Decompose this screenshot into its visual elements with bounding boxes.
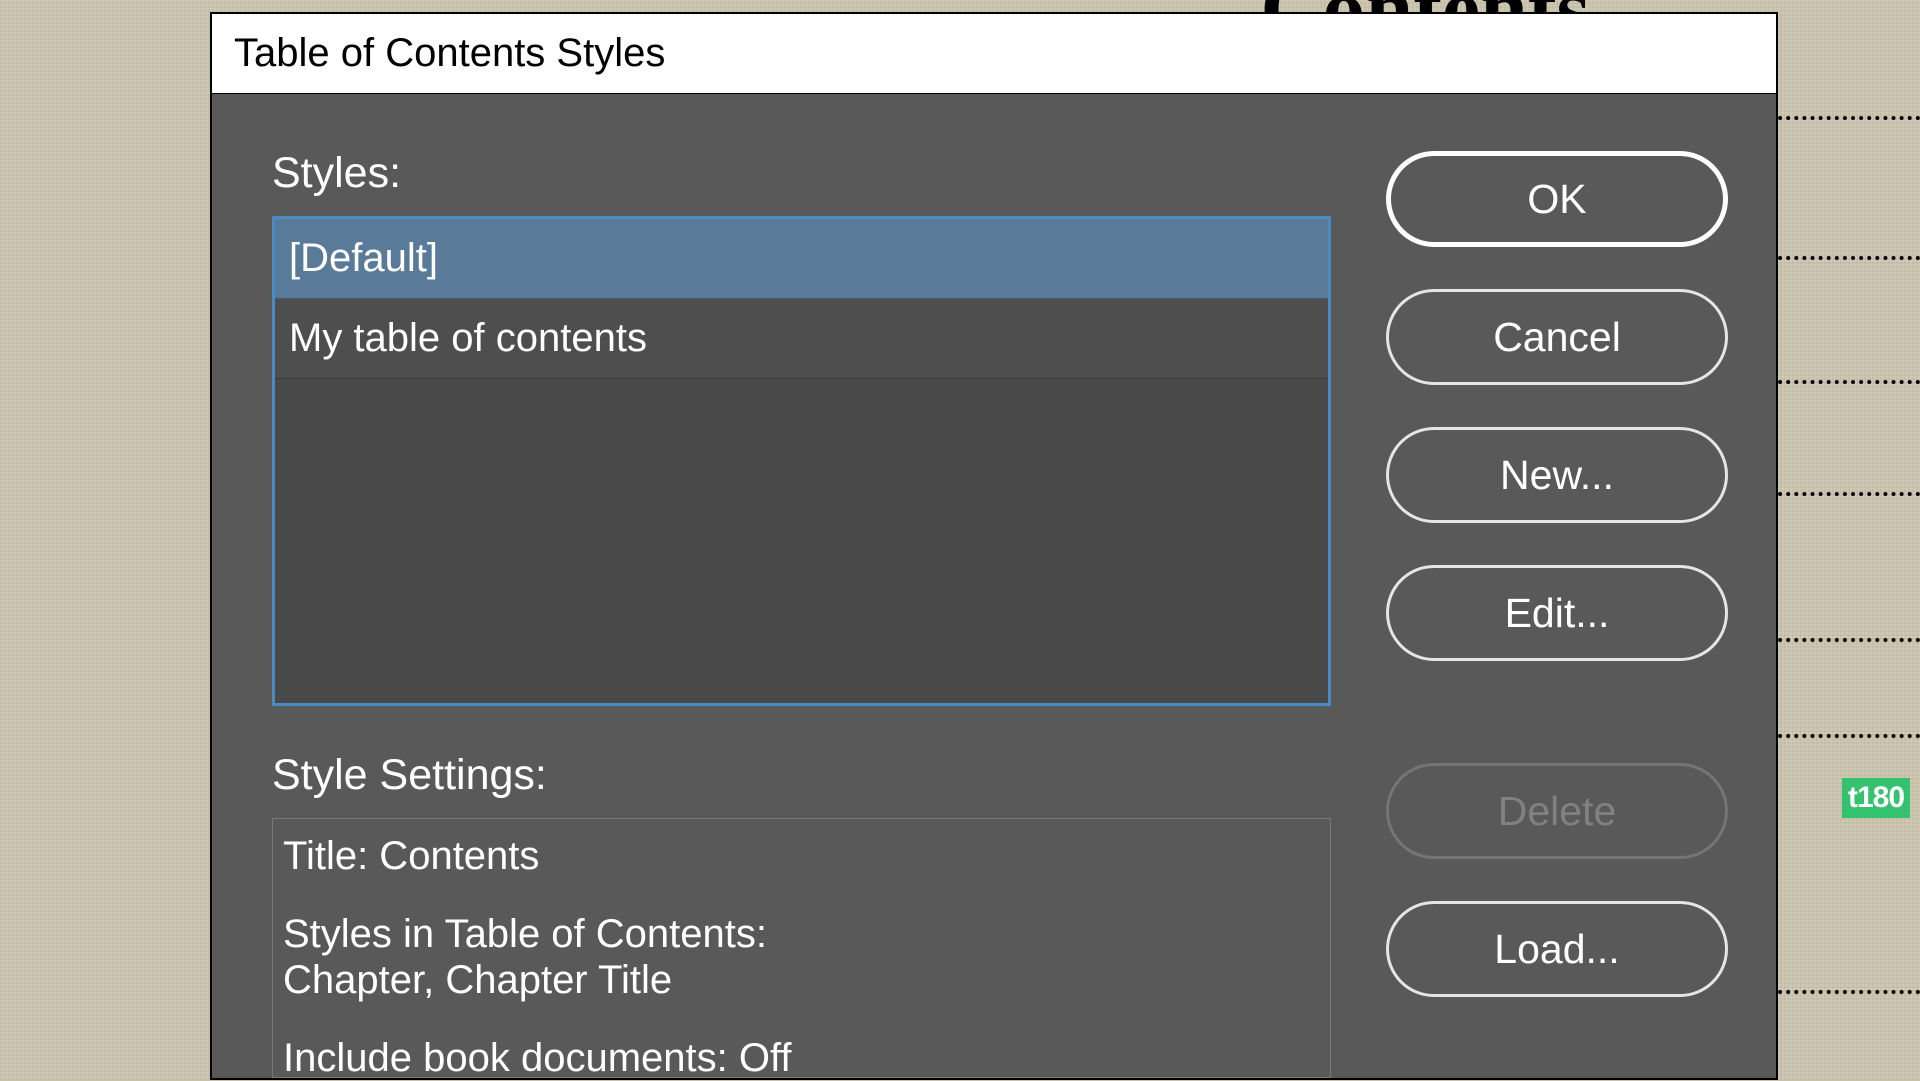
- settings-styles-in-toc: Styles in Table of Contents: Chapter, Ch…: [283, 911, 1320, 1003]
- delete-button: Delete: [1386, 763, 1728, 859]
- new-button[interactable]: New...: [1386, 427, 1728, 523]
- document-guide-line: [1770, 734, 1920, 738]
- style-settings-label: Style Settings:: [272, 751, 1331, 800]
- ok-button[interactable]: OK: [1386, 151, 1728, 247]
- dialog-button-column: OK Cancel New... Edit... Delete Load...: [1386, 149, 1728, 1078]
- style-settings-box: Title: Contents Styles in Table of Conte…: [272, 818, 1331, 1078]
- list-item-label: My table of contents: [289, 316, 647, 361]
- styles-listbox[interactable]: [Default] My table of contents: [272, 216, 1331, 706]
- edit-button[interactable]: Edit...: [1386, 565, 1728, 661]
- settings-include-book-docs: Include book documents: Off: [283, 1035, 1320, 1081]
- load-button[interactable]: Load...: [1386, 901, 1728, 997]
- toc-styles-dialog: Table of Contents Styles Styles: [Defaul…: [210, 12, 1778, 1080]
- dialog-title: Table of Contents Styles: [212, 14, 1776, 94]
- styles-section-label: Styles:: [272, 149, 1331, 198]
- document-guide-line: [1770, 990, 1920, 994]
- list-item-label: [Default]: [289, 236, 438, 281]
- watermark-badge: t180: [1842, 778, 1910, 818]
- dialog-body: Styles: [Default] My table of contents S…: [212, 94, 1776, 1078]
- dialog-left-column: Styles: [Default] My table of contents S…: [272, 149, 1331, 1078]
- document-guide-line: [1770, 116, 1920, 120]
- styles-list-item-default[interactable]: [Default]: [275, 219, 1328, 299]
- settings-title-line: Title: Contents: [283, 833, 1320, 879]
- document-guide-line: [1770, 380, 1920, 384]
- styles-list-item-custom[interactable]: My table of contents: [275, 299, 1328, 379]
- document-guide-line: [1770, 256, 1920, 260]
- cancel-button[interactable]: Cancel: [1386, 289, 1728, 385]
- document-guide-line: [1770, 638, 1920, 642]
- document-guide-line: [1770, 492, 1920, 496]
